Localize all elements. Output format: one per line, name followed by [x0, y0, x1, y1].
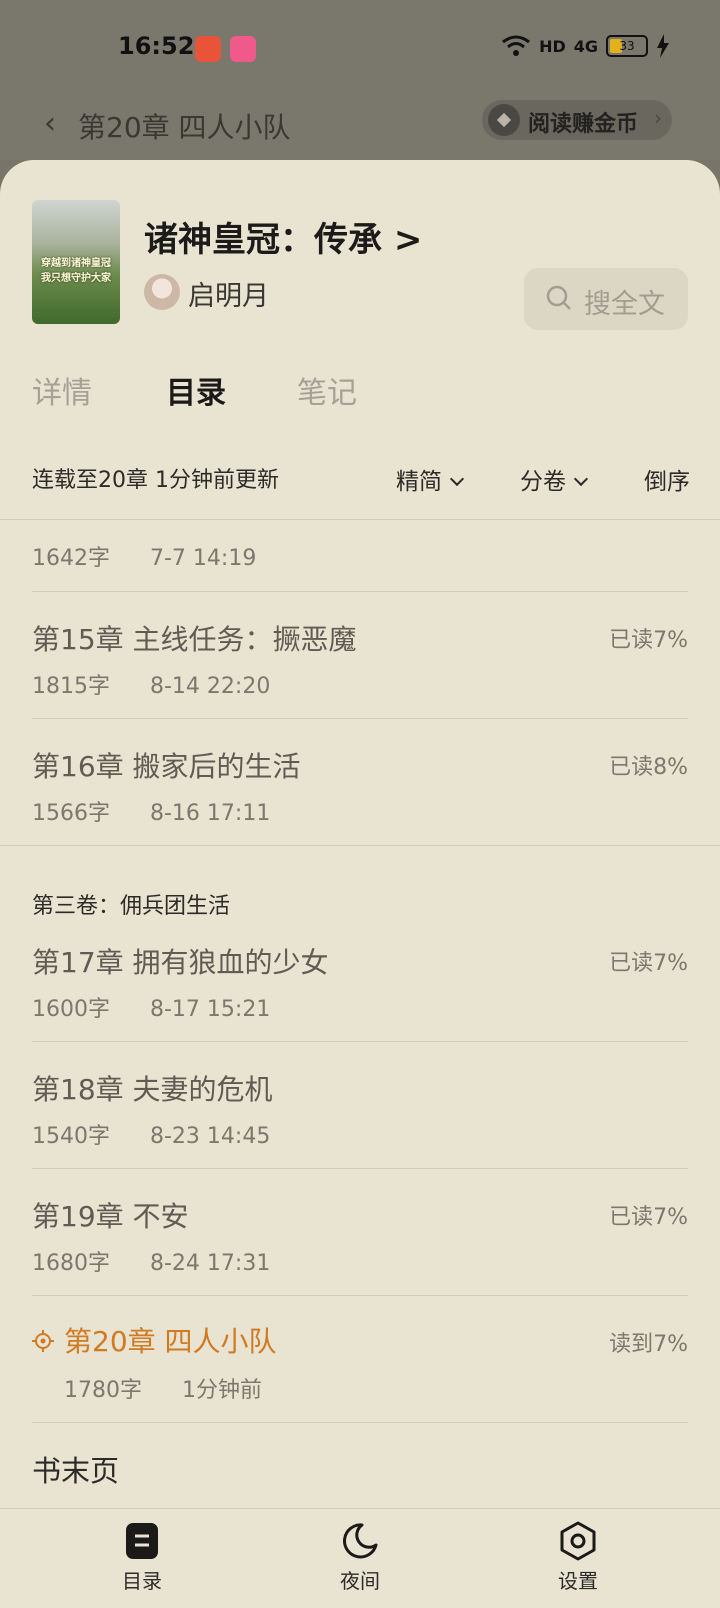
app-notification-icon — [195, 36, 221, 62]
tab-details[interactable]: 详情 — [32, 368, 92, 412]
chapter-row[interactable]: 第17章 拥有狼血的少女 已读7% 1600字 8-17 15:21 — [32, 915, 688, 1042]
divider — [32, 1422, 688, 1423]
tab-catalog[interactable]: 目录 — [166, 368, 226, 412]
coin-button-label: 阅读赚金币 — [528, 112, 639, 137]
battery-level: 33 — [619, 39, 635, 53]
nav-catalog[interactable]: 目录 — [82, 1521, 202, 1594]
chapter-title: 第16章 搬家后的生活 — [32, 750, 301, 783]
volume-dropdown[interactable]: 分卷 — [520, 462, 589, 496]
current-chapter-row[interactable]: 第20章 四人小队 读到7% 1780字 1分钟前 — [32, 1296, 688, 1423]
bilibili-notification-icon — [230, 36, 256, 62]
chapter-title: 第17章 拥有狼血的少女 — [32, 946, 329, 979]
search-icon — [546, 285, 571, 310]
chapter-date: 8-16 17:11 — [150, 801, 271, 826]
locate-icon — [32, 1330, 54, 1352]
chapter-date: 7-7 14:19 — [150, 546, 257, 571]
chapter-word-count: 1642字 — [32, 546, 110, 571]
chapter-meta: 1815字 8-14 22:20 — [32, 668, 270, 700]
chapter-word-count: 1815字 — [32, 674, 110, 699]
chapter-date: 8-23 14:45 — [150, 1124, 271, 1149]
hd-icon: HD — [539, 36, 566, 56]
catalog-filter-bar: 连载至20章 1分钟前更新 精简 分卷 倒序 — [0, 450, 720, 520]
cover-text: 穿越到诸神皇冠 我只想守护大家 — [41, 258, 111, 284]
nav-catalog-label: 目录 — [122, 1569, 162, 1593]
end-page-item[interactable]: 书末页 — [32, 1448, 119, 1490]
battery-icon: 33 — [606, 35, 648, 57]
chapter-word-count: 1780字 — [64, 1378, 142, 1403]
read-progress: 已读7% — [609, 1205, 688, 1230]
tab-bar: 详情 目录 笔记 — [32, 368, 432, 412]
chapter-date: 1分钟前 — [182, 1378, 262, 1403]
tab-notes[interactable]: 笔记 — [297, 368, 357, 412]
nav-night-mode[interactable]: 夜间 — [300, 1521, 420, 1594]
chevron-right-icon: › — [654, 106, 662, 130]
system-icons: HD 4G 33 — [501, 34, 670, 58]
fulltext-search-button[interactable]: 搜全文 — [524, 268, 688, 330]
back-icon[interactable]: ‹ — [44, 106, 56, 141]
simplified-label: 精简 — [396, 469, 442, 495]
nav-settings[interactable]: 设置 — [518, 1521, 638, 1594]
chapter-meta: 1780字 1分钟前 — [64, 1372, 262, 1404]
clock: 16:52 — [118, 32, 195, 60]
chapter-row[interactable]: 1642字 7-7 14:19 — [32, 530, 688, 592]
nav-settings-label: 设置 — [558, 1569, 598, 1593]
chapter-row[interactable]: 第15章 主线任务：撅恶魔 已读7% 1815字 8-14 22:20 — [32, 592, 688, 719]
moon-icon — [343, 1523, 378, 1559]
chapter-title: 第20章 四人小队 — [64, 1325, 277, 1358]
chapter-date: 8-14 22:20 — [150, 674, 271, 699]
chapter-meta: 1680字 8-24 17:31 — [32, 1245, 270, 1277]
chapter-word-count: 1600字 — [32, 997, 110, 1022]
chapter-meta: 1540字 8-23 14:45 — [32, 1118, 270, 1150]
simplified-dropdown[interactable]: 精简 — [396, 462, 465, 496]
charging-icon — [657, 34, 669, 58]
chevron-down-icon — [449, 471, 465, 487]
chapter-meta: 1600字 8-17 15:21 — [32, 991, 270, 1023]
chapter-word-count: 1540字 — [32, 1124, 110, 1149]
book-title-text: 诸神皇冠：传承 — [144, 220, 382, 260]
author-name[interactable]: 启明月 — [188, 274, 269, 313]
chapter-title: 第15章 主线任务：撅恶魔 — [32, 623, 357, 656]
author-avatar[interactable] — [144, 274, 180, 310]
chevron-right-icon: > — [393, 220, 423, 260]
read-progress: 已读8% — [609, 755, 688, 780]
update-status: 连载至20章 1分钟前更新 — [32, 468, 279, 493]
chapter-row[interactable]: 第16章 搬家后的生活 已读8% 1566字 8-16 17:11 — [32, 719, 688, 846]
chapter-row[interactable]: 第19章 不安 已读7% 1680字 8-24 17:31 — [32, 1169, 688, 1296]
book-title[interactable]: 诸神皇冠：传承 > — [144, 212, 422, 261]
search-placeholder: 搜全文 — [584, 289, 665, 320]
volume-label: 分卷 — [520, 469, 566, 495]
bottom-nav: 目录 夜间 设置 — [0, 1508, 720, 1608]
read-earn-coins-button[interactable]: 阅读赚金币 › — [482, 100, 672, 140]
chapter-title: 第18章 夫妻的危机 — [32, 1073, 273, 1106]
chapter-meta: 1642字 7-7 14:19 — [32, 540, 256, 572]
volume-divider — [0, 845, 720, 846]
chapter-word-count: 1680字 — [32, 1251, 110, 1276]
coin-icon — [488, 104, 520, 136]
read-progress: 已读7% — [609, 951, 688, 976]
read-progress: 读到7% — [609, 1332, 688, 1357]
reverse-order-button[interactable]: 倒序 — [644, 462, 690, 496]
status-bar: 16:52 HD 4G 33 — [0, 0, 720, 96]
catalog-icon — [126, 1523, 158, 1559]
settings-icon — [560, 1521, 596, 1561]
read-progress: 已读7% — [609, 628, 688, 653]
chapter-title: 第19章 不安 — [32, 1200, 189, 1233]
chevron-down-icon — [573, 471, 589, 487]
book-cover[interactable]: 穿越到诸神皇冠 我只想守护大家 — [32, 200, 120, 324]
current-chapter-title: 第20章 四人小队 — [78, 111, 291, 144]
nav-night-label: 夜间 — [340, 1569, 380, 1593]
chapter-date: 8-24 17:31 — [150, 1251, 271, 1276]
reader-top-bar: ‹ 第20章 四人小队 阅读赚金币 › — [0, 96, 720, 160]
chapter-word-count: 1566字 — [32, 801, 110, 826]
signal-icon: 4G — [573, 36, 598, 56]
chapter-meta: 1566字 8-16 17:11 — [32, 795, 270, 827]
chapter-date: 8-17 15:21 — [150, 997, 271, 1022]
chapter-row[interactable]: 第18章 夫妻的危机 1540字 8-23 14:45 — [32, 1042, 688, 1169]
wifi-icon — [502, 35, 530, 56]
